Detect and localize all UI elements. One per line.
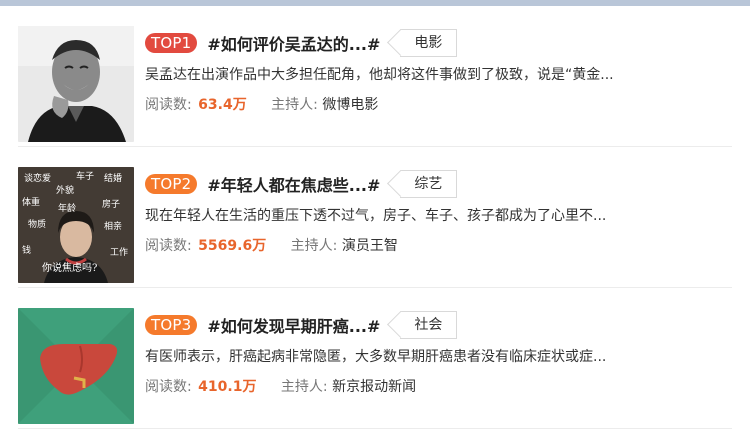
category-label: 综艺 (414, 176, 443, 192)
topic-meta: 阅读数: 5569.6万 主持人: 演员王智 (145, 236, 730, 256)
photo-word: 体重 (22, 196, 40, 208)
divider (18, 428, 732, 429)
photo-word: 谈恋爱 (24, 172, 51, 184)
host-label: 主持人: (271, 97, 318, 113)
topic-description: 吴孟达在出演作品中大多担任配角，他却将这件事做到了极致，说是“黄金... (145, 67, 614, 83)
read-count-label: 阅读数: (145, 97, 192, 113)
list-item[interactable]: 谈恋爱 车子 结婚 外貌 体重 年龄 房子 物质 相亲 钱 工作 你说焦虑吗? … (0, 147, 750, 288)
photo-word: 工作 (110, 246, 128, 258)
host-label: 主持人: (280, 379, 328, 395)
list-item[interactable]: TOP3 #如何发现早期肝癌...# 社会 有医师表示，肝癌起病非常隐匿，大多数… (0, 288, 750, 429)
photo-caption: 你说焦虑吗? (42, 261, 97, 274)
read-count: 63.4万 (198, 97, 247, 113)
photo-word: 相亲 (104, 220, 122, 232)
category-label: 电影 (414, 35, 443, 51)
topic-description: 有医师表示，肝癌起病非常隐匿，大多数早期肝癌患者没有临床症状或症... (145, 349, 607, 365)
host-name[interactable]: 演员王智 (342, 238, 398, 254)
list-item[interactable]: TOP1 #如何评价吴孟达的...# 电影 吴孟达在出演作品中大多担任配角，他却… (0, 6, 750, 147)
photo-word: 物质 (28, 218, 46, 230)
topic-meta: 阅读数: 410.1万 主持人: 新京报动新闻 (145, 377, 730, 397)
topic-title[interactable]: #年轻人都在焦虑些...# (207, 172, 380, 196)
photo-word: 车子 (76, 170, 94, 182)
thumbnail[interactable] (18, 308, 134, 424)
read-count-label: 阅读数: (145, 379, 192, 395)
host-label: 主持人: (290, 238, 338, 254)
category-tag[interactable]: 社会 (400, 311, 458, 339)
rank-badge: TOP3 (145, 315, 198, 335)
rank-badge: TOP1 (145, 33, 198, 53)
topic-title[interactable]: #如何发现早期肝癌...# (207, 313, 380, 337)
topic-meta: 阅读数: 63.4万 主持人: 微博电影 (145, 95, 730, 115)
photo-word: 年龄 (58, 202, 76, 214)
read-count: 5569.6万 (198, 238, 267, 254)
rank-badge: TOP2 (145, 174, 198, 194)
category-label: 社会 (414, 317, 443, 333)
anxiety-words-photo-icon: 谈恋爱 车子 结婚 外貌 体重 年龄 房子 物质 相亲 钱 工作 你说焦虑吗? (18, 167, 134, 283)
photo-word: 结婚 (104, 172, 122, 184)
thumbnail[interactable] (18, 26, 134, 142)
host-name[interactable]: 微博电影 (322, 97, 378, 113)
read-count: 410.1万 (198, 379, 257, 395)
photo-word: 房子 (102, 198, 120, 210)
category-tag[interactable]: 综艺 (400, 170, 458, 198)
topic-list: TOP1 #如何评价吴孟达的...# 电影 吴孟达在出演作品中大多担任配角，他却… (0, 6, 750, 429)
photo-word: 钱 (22, 244, 31, 256)
host-name[interactable]: 新京报动新闻 (332, 379, 416, 395)
read-count-label: 阅读数: (145, 238, 192, 254)
topic-title[interactable]: #如何评价吴孟达的...# (207, 31, 380, 55)
portrait-photo-icon (18, 26, 134, 142)
thumbnail[interactable]: 谈恋爱 车子 结婚 外貌 体重 年龄 房子 物质 相亲 钱 工作 你说焦虑吗? (18, 167, 134, 283)
photo-word: 外貌 (56, 184, 74, 196)
topic-description: 现在年轻人在生活的重压下透不过气，房子、车子、孩子都成为了心里不... (145, 208, 607, 224)
liver-icon (18, 308, 134, 424)
category-tag[interactable]: 电影 (400, 29, 458, 57)
